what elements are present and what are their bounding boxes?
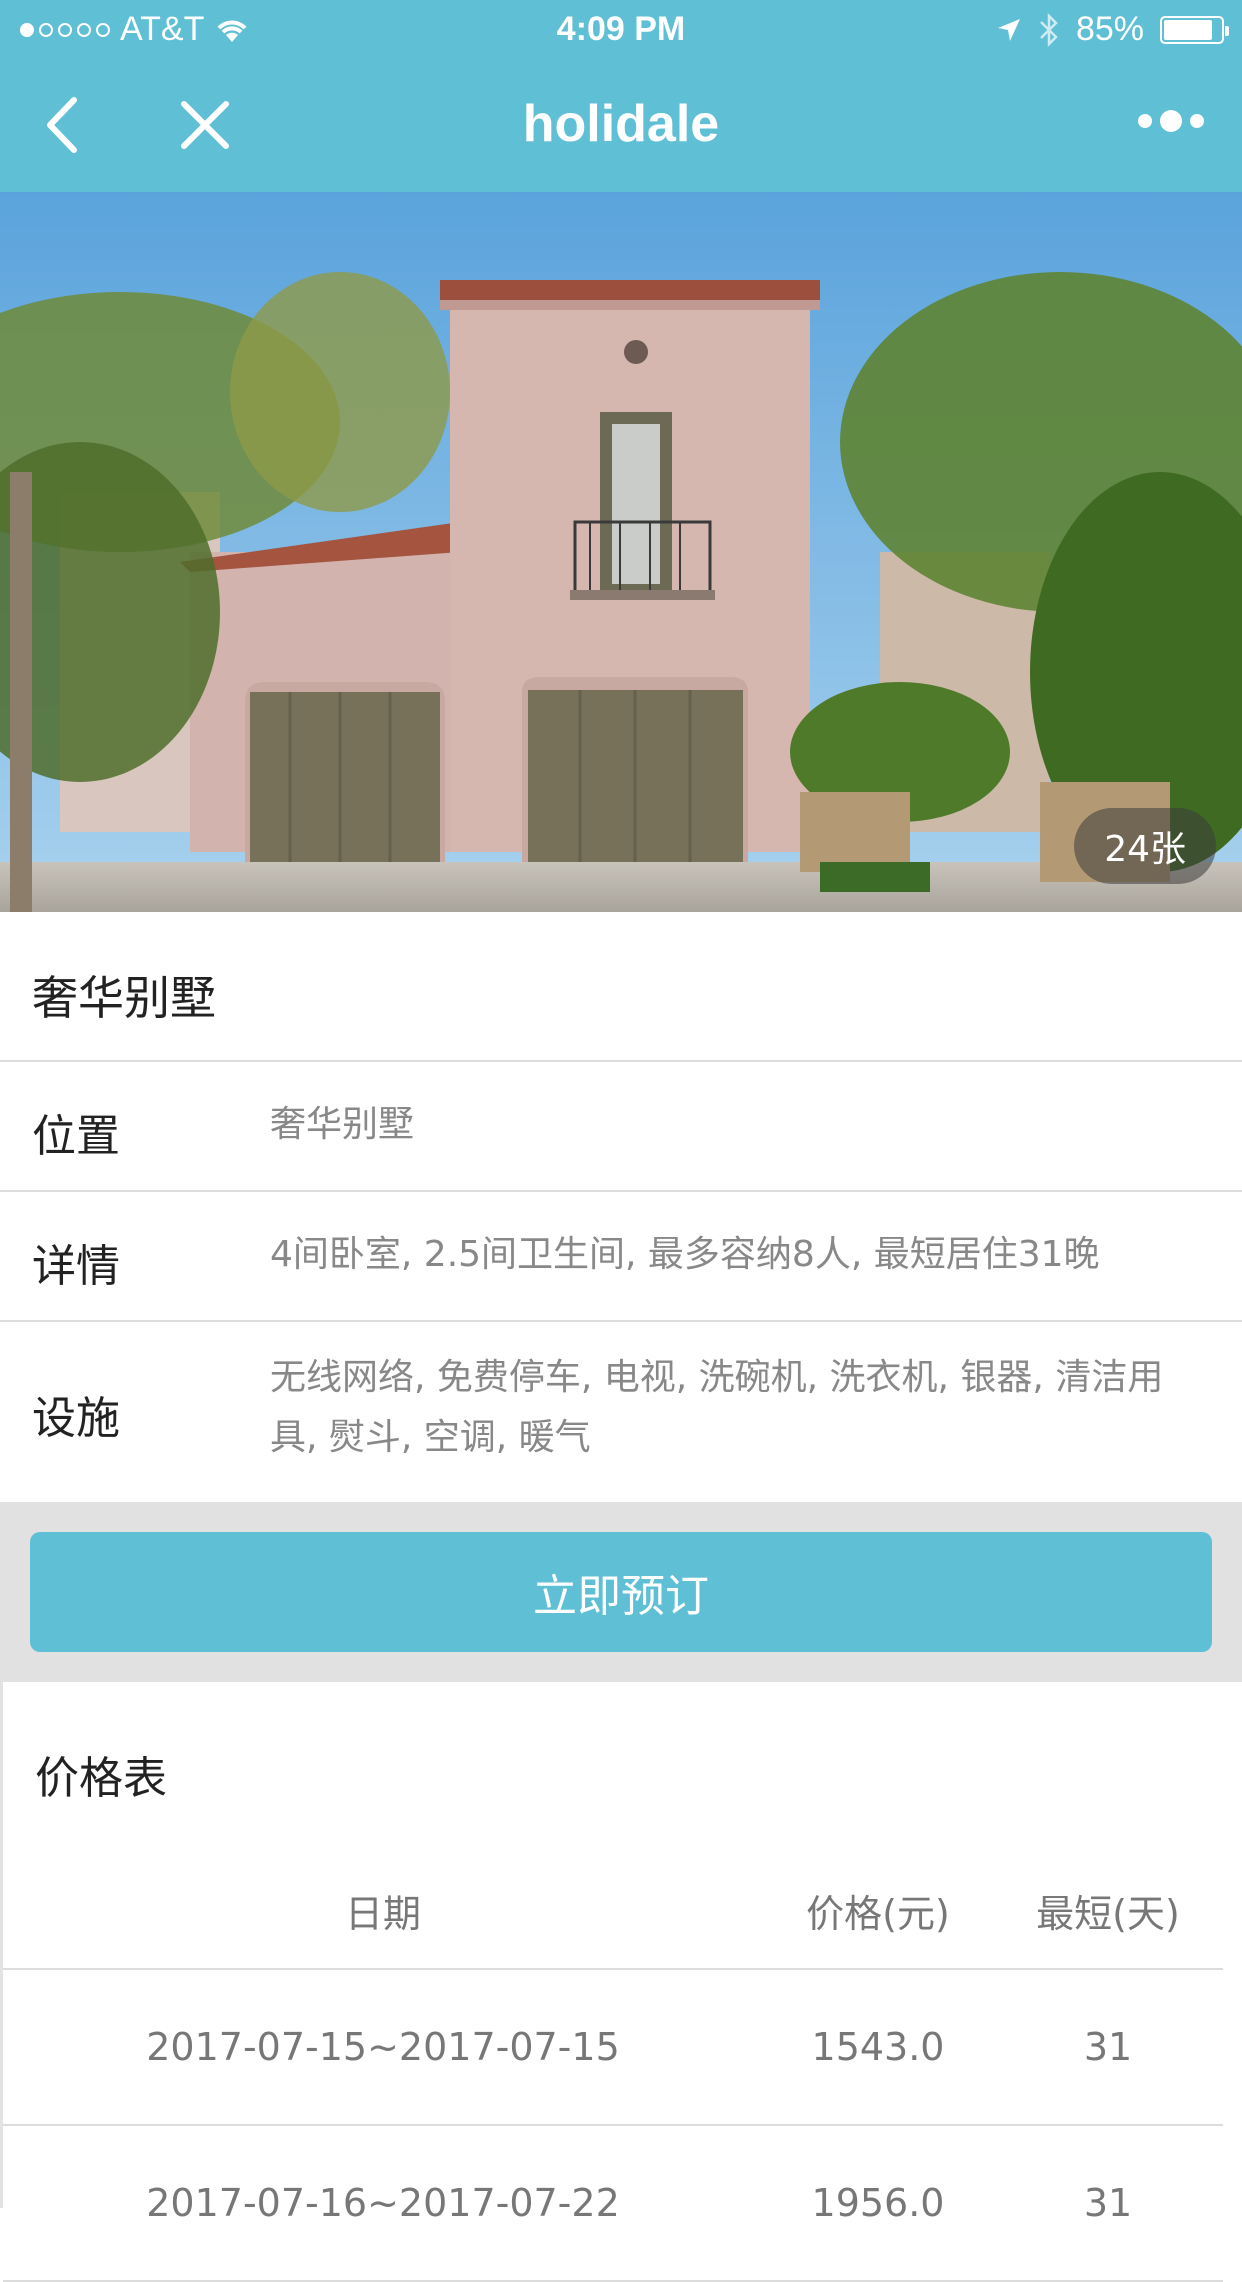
table-row: 2017-07-15~2017-07-15 1543.0 31 [3, 1970, 1223, 2126]
price-table-header: 日期 价格(元) 最短(天) [3, 1852, 1223, 1970]
nav-bar: holidale [0, 62, 1242, 192]
listing-title-row: 奢华别墅 [0, 912, 1242, 1062]
info-row-location: 位置 奢华别墅 [0, 1062, 1242, 1192]
status-bar: AT&T 4:09 PM 85% [0, 0, 1242, 62]
row-date: 2017-07-15~2017-07-15 [146, 2025, 620, 2069]
battery-percent: 85% [1075, 10, 1144, 48]
info-row-amenities: 设施 无线网络, 免费停车, 电视, 洗碗机, 洗衣机, 银器, 清洁用具, 熨… [0, 1322, 1242, 1500]
info-row-details: 详情 4间卧室, 2.5间卫生间, 最多容纳8人, 最短居住31晚 [0, 1192, 1242, 1322]
row-date: 2017-07-16~2017-07-22 [146, 2181, 620, 2225]
row-min-days: 31 [1083, 2181, 1133, 2225]
location-label: 位置 [32, 1111, 120, 1162]
book-button-area: 立即预订 [0, 1502, 1242, 1682]
header-date: 日期 [344, 1891, 421, 1936]
location-arrow-icon [997, 18, 1020, 41]
status-right: 85% [996, 10, 1229, 49]
price-table-title: 价格表 [35, 1753, 167, 1804]
book-now-button[interactable]: 立即预订 [30, 1532, 1212, 1652]
row-min-days: 31 [1083, 2025, 1133, 2069]
amenities-value: 无线网络, 免费停车, 电视, 洗碗机, 洗衣机, 银器, 清洁用具, 熨斗, … [270, 1357, 1164, 1458]
header-price: 价格(元) [806, 1891, 950, 1936]
header-min-days: 最短(天) [1036, 1891, 1180, 1936]
battery-icon [1160, 15, 1229, 44]
page-title: holidale [522, 95, 720, 153]
details-label: 详情 [32, 1241, 120, 1292]
amenities-label: 设施 [32, 1393, 120, 1444]
listing-title: 奢华别墅 [32, 971, 216, 1025]
row-price: 1543.0 [811, 2025, 945, 2069]
price-table: 日期 价格(元) 最短(天) 2017-07-15~2017-07-15 154… [3, 1852, 1223, 2282]
row-price: 1956.0 [811, 2181, 945, 2225]
photo-count-badge[interactable]: 24张 [1074, 808, 1216, 884]
more-dots-icon[interactable] [1138, 110, 1204, 132]
bluetooth-icon [1040, 12, 1058, 47]
listing-photo[interactable]: 24张 [0, 192, 1242, 912]
details-value: 4间卧室, 2.5间卫生间, 最多容纳8人, 最短居住31晚 [270, 1234, 1100, 1275]
price-table-section: 价格表 日期 价格(元) 最短(天) 2017-07-15~2017-07-15… [0, 1682, 1242, 2282]
table-row: 2017-07-16~2017-07-22 1956.0 31 [3, 2126, 1223, 2282]
villa-photo-image [0, 192, 1242, 912]
location-value: 奢华别墅 [270, 1104, 415, 1145]
